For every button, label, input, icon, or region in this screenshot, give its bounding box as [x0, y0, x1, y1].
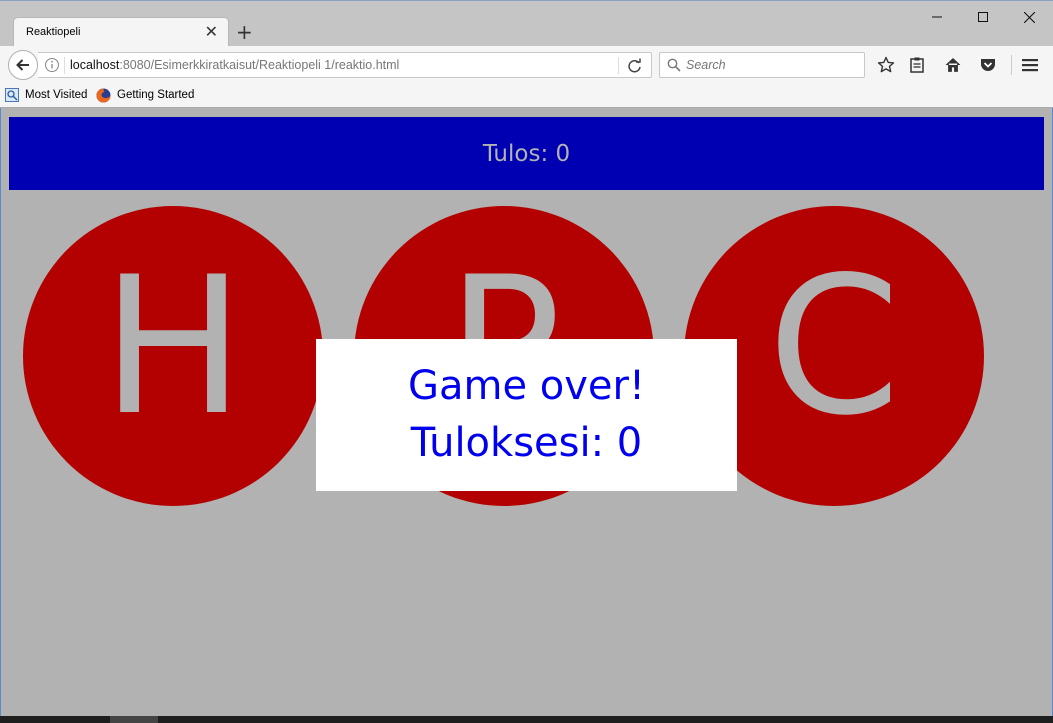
search-icon [667, 58, 681, 72]
back-arrow-icon [16, 59, 29, 71]
bookmark-most-visited[interactable]: Most Visited [25, 89, 87, 101]
most-visited-icon [5, 88, 19, 102]
close-window-button[interactable] [1006, 5, 1052, 29]
home-icon [945, 58, 961, 72]
hamburger-menu-icon [1022, 59, 1038, 72]
score-bar: Tulos: 0 [9, 117, 1044, 190]
minimize-button[interactable] [914, 5, 960, 29]
bookmarks-toolbar: Most Visited Getting Started [0, 84, 1053, 108]
close-icon [1023, 11, 1035, 23]
url-divider-right [618, 57, 619, 74]
game-over-title: Game over! [407, 363, 646, 409]
minimize-icon [932, 16, 942, 18]
search-bar[interactable]: Search [659, 52, 865, 78]
taskbar [0, 716, 1053, 723]
tab-close-icon[interactable]: ✕ [205, 23, 218, 41]
taskbar-item[interactable] [110, 716, 158, 723]
bookmark-star-button[interactable] [876, 55, 896, 75]
maximize-button[interactable] [960, 5, 1006, 29]
url-text[interactable]: localhost:8080/Esimerkkiratkaisut/Reakti… [70, 58, 399, 72]
letter-c: C [767, 236, 901, 457]
final-score: Tuloksesi: 0 [410, 420, 643, 466]
page-content: Tulos: 0 H P C Game over! Tuloksesi: 0 [1, 109, 1052, 716]
tab-title: Reaktiopeli [26, 26, 81, 38]
game-over-dialog: Game over! Tuloksesi: 0 [316, 339, 737, 491]
firefox-icon [96, 88, 111, 103]
home-button[interactable] [943, 55, 963, 75]
url-divider [64, 57, 65, 74]
search-placeholder: Search [686, 58, 726, 72]
pocket-button[interactable] [978, 55, 998, 75]
url-host: localhost [70, 58, 120, 72]
pocket-icon [981, 59, 995, 71]
score-label: Tulos: 0 [482, 140, 571, 167]
url-bar[interactable]: localhost:8080/Esimerkkiratkaisut/Reakti… [38, 52, 652, 78]
star-icon [877, 56, 895, 73]
tab-reaktiopeli[interactable]: Reaktiopeli ✕ [14, 18, 228, 48]
maximize-icon [978, 12, 988, 22]
letter-h: H [101, 236, 245, 457]
info-icon[interactable] [44, 57, 60, 73]
back-button[interactable] [8, 50, 38, 80]
reload-icon[interactable] [626, 57, 644, 75]
clipboard-icon [910, 57, 924, 73]
menu-button[interactable] [1020, 55, 1040, 75]
url-path: :8080/Esimerkkiratkaisut/Reaktiopeli 1/r… [119, 58, 400, 72]
new-tab-button[interactable]: + [236, 21, 253, 43]
letter-button-h[interactable]: H [23, 206, 323, 506]
bookmark-getting-started[interactable]: Getting Started [117, 89, 194, 101]
navigation-bar: localhost:8080/Esimerkkiratkaisut/Reakti… [0, 46, 1053, 84]
toolbar-divider [1011, 55, 1012, 75]
reading-list-button[interactable] [907, 55, 927, 75]
title-bar: Reaktiopeli ✕ + [0, 0, 1053, 48]
